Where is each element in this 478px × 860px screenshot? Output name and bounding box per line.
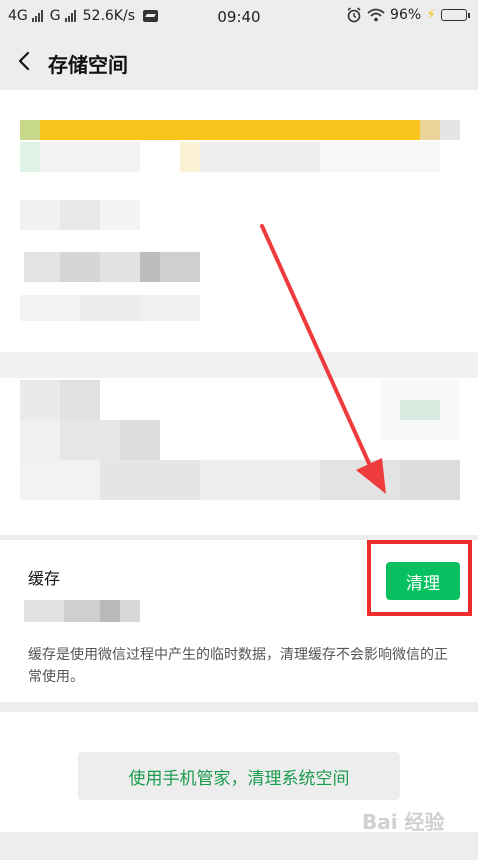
page-title: 存储空间 [48,53,128,77]
phone-manager-button[interactable]: 使用手机管家，清理系统空间 [78,752,400,800]
storage-usage-bar [20,120,460,140]
cache-label: 缓存 [28,569,61,588]
wifi-icon [367,8,385,22]
battery-percent: 96% [390,7,422,23]
header: 存储空间 [0,34,478,90]
highlight-box [367,540,472,616]
blurred-storage-summary [0,90,478,535]
battery-icon [441,9,470,21]
back-arrow-icon[interactable] [14,50,36,72]
cache-description: 缓存是使用微信过程中产生的临时数据，清理缓存不会影响微信的正常使用。 [28,647,448,685]
alarm-icon [347,7,361,23]
watermark: Bai 经验 [362,810,445,834]
status-bar: 4G G 52.6K/s 09:40 96% ⚡ [0,0,478,34]
cache-size-blurred [24,600,140,622]
charging-icon: ⚡ [426,7,436,23]
